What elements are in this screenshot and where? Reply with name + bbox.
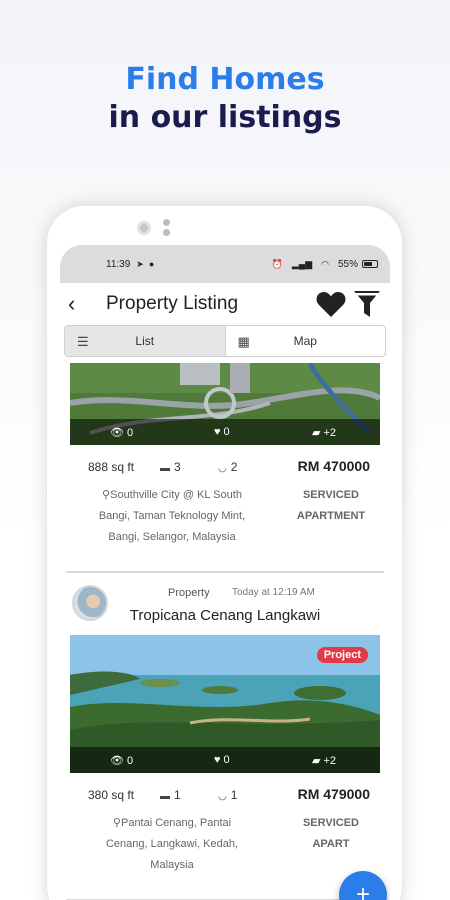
listing-details: ⚲Southville City @ KL South Bangi, Taman…: [60, 485, 390, 571]
sensor-dot: [163, 219, 170, 226]
listing-photo[interactable]: 👁 0 ♥ 0 ▰ +2: [70, 363, 380, 445]
listing-specs: 380 sq ft ▬ 1 ◡ 1 RM 479000: [60, 773, 390, 813]
photo-stats-bar: 👁 0 ♥ 0 ▰ +2: [70, 747, 380, 773]
property-type: SERVICED APART: [302, 817, 360, 850]
beds-count: 1: [174, 788, 181, 802]
pin-icon: ⚲: [112, 817, 121, 829]
heart-small-icon: ♥: [214, 754, 221, 766]
address: ⚲Southville City @ KL South Bangi, Taman…: [98, 489, 246, 543]
photos-count: +2: [323, 754, 337, 767]
view-toggle: ☰ List ▦ Map: [64, 325, 386, 357]
listing-feed[interactable]: 👁 0 ♥ 0 ▰ +2 888 sq ft ▬ 3 ◡ 2 RM 470000 ⚲Sou…: [60, 363, 390, 900]
notification-icon: ●: [148, 259, 155, 269]
tab-list-label: List: [135, 334, 155, 348]
status-bar: 11:39 ➤ ● ⏰ ▂▄▆ ◠ 55%: [60, 245, 390, 283]
project-badge: Project: [316, 647, 368, 663]
tab-list[interactable]: ☰ List: [65, 326, 225, 356]
eye-icon: 👁: [110, 755, 124, 767]
area: 380 sq ft: [88, 788, 135, 802]
heart-icon[interactable]: [316, 290, 346, 318]
filter-funnel-icon[interactable]: [352, 288, 382, 320]
eye-icon: 👁: [110, 427, 124, 439]
bed-icon: ▬: [160, 463, 170, 474]
likes-count: 0: [223, 426, 230, 438]
photos-icon: ▰: [312, 755, 321, 767]
baths-count: 1: [230, 788, 238, 802]
tab-map[interactable]: ▦ Map: [224, 326, 386, 356]
views-count: 0: [126, 754, 134, 767]
pin-icon: ⚲: [102, 489, 111, 501]
photo-stats-bar: 👁 0 ♥ 0 ▰ +2: [70, 419, 380, 445]
signal-icon: ▂▄▆: [291, 258, 313, 269]
promo-headline: Find Homes: [125, 62, 325, 97]
listing-header: Property Today at 12:19 AM Tropicana Cen…: [60, 573, 390, 635]
sensor-dot: [163, 229, 170, 236]
likes-count: 0: [223, 754, 230, 766]
camera-icon: [137, 221, 151, 235]
bathtub-icon: ◡: [218, 791, 227, 802]
beds-count: 3: [174, 460, 181, 474]
listing-specs: 888 sq ft ▬ 3 ◡ 2 RM 470000: [60, 445, 390, 485]
photos-icon: ▰: [312, 427, 321, 439]
area: 888 sq ft: [88, 460, 135, 474]
send-icon: ➤: [136, 258, 144, 269]
app-bar: ‹ Property Listing: [60, 283, 390, 325]
promo-subheadline: in our listings: [108, 100, 342, 135]
listing-category: Property: [168, 587, 210, 599]
listing-title[interactable]: Tropicana Cenang Langkawi: [60, 607, 390, 624]
app-screen: 11:39 ➤ ● ⏰ ▂▄▆ ◠ 55% ‹ Property Listing: [60, 245, 390, 900]
posted-time: Today at 12:19 AM: [232, 587, 315, 598]
bed-icon: ▬: [160, 791, 170, 802]
battery-percent: 55%: [337, 258, 358, 270]
photos-count: +2: [323, 426, 337, 439]
price: RM 479000: [297, 786, 370, 802]
heart-small-icon: ♥: [214, 426, 221, 438]
property-type: SERVICED APARTMENT: [296, 489, 366, 522]
views-count: 0: [126, 426, 134, 439]
listing-photo[interactable]: Project 👁 0 ♥ 0 ▰ +2: [70, 635, 380, 773]
status-time: 11:39: [106, 258, 131, 270]
battery-icon: [362, 260, 378, 268]
bathtub-icon: ◡: [218, 463, 227, 474]
address: ⚲Pantai Cenang, Pantai Cenang, Langkawi,…: [105, 817, 239, 871]
baths-count: 2: [230, 460, 238, 474]
alarm-icon: ⏰: [271, 258, 283, 269]
list-icon: ☰: [77, 334, 89, 349]
page-title: Property Listing: [106, 293, 239, 314]
phone-frame: 11:39 ➤ ● ⏰ ▂▄▆ ◠ 55% ‹ Property Listing: [46, 205, 403, 900]
back-arrow-icon[interactable]: ‹: [68, 291, 92, 317]
tab-map-label: Map: [293, 334, 317, 348]
price: RM 470000: [297, 458, 370, 474]
map-icon: ▦: [237, 334, 250, 349]
wifi-icon: ◠: [321, 258, 329, 269]
